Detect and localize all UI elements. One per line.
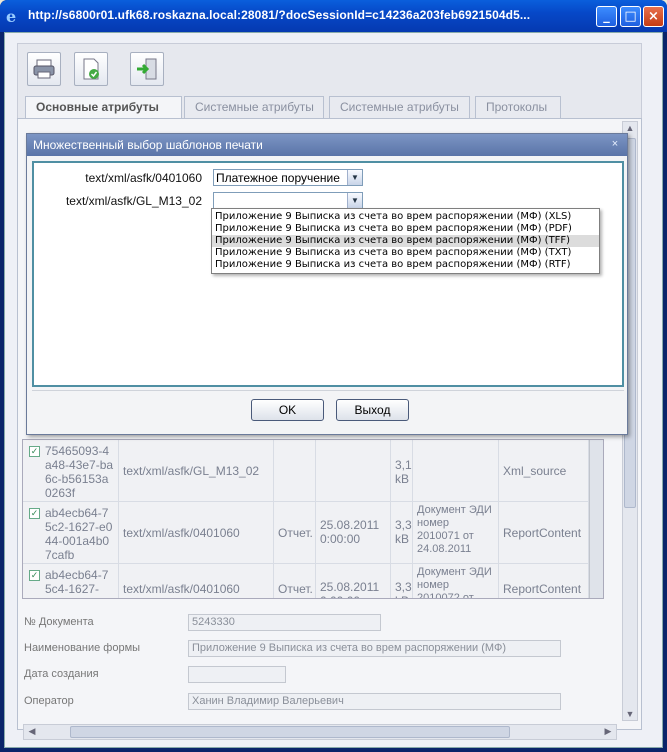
form-name-label: Наименование формы [24,642,141,654]
exit-door-icon[interactable] [130,52,164,86]
internet-explorer-icon: e [6,7,17,26]
row-checkbox[interactable]: ✓ [29,508,40,519]
dropdown-option[interactable]: Приложение 9 Выписка из счета во врем ра… [212,211,599,223]
tab-protocols[interactable]: Протоколы [475,96,561,118]
dropdown-option-selected[interactable]: Приложение 9 Выписка из счета во врем ра… [212,235,599,247]
row-size: 3,3 kB [391,502,413,563]
row-kind: Отчет. [274,564,316,598]
doc-number-label: № Документа [24,616,94,628]
page-horizontal-scrollbar[interactable]: ◀ ▶ [23,724,617,740]
row-kind: Отчет. [274,502,316,563]
created-date-field[interactable] [188,666,286,683]
browser-window: e http://s6800r01.ufk68.roskazna.local:2… [0,0,667,752]
row-checkbox[interactable]: ✓ [29,446,40,457]
form-name-field[interactable]: Приложение 9 Выписка из счета во врем ра… [188,640,561,657]
created-date-label: Дата создания [24,668,99,680]
grid-scrollbar[interactable] [589,440,603,598]
scroll-up-icon[interactable]: ▲ [623,123,637,133]
ok-button[interactable]: OK [251,399,324,421]
row-checkbox[interactable]: ✓ [29,570,40,581]
row-id: ab4ecb64-75c4-1627- [45,568,109,596]
table-row[interactable]: ✓ ab4ecb64-75c2-1627-e044-001a4b07cafb t… [23,502,603,564]
attachments-grid: ✓ 75465093-4a48-43e7-ba6c-b56153a0263f t… [22,439,604,599]
row-id: 75465093-4a48-43e7-ba6c-b56153a0263f [45,444,114,500]
row-content: ReportContent [499,502,589,563]
row-content: Xml_source [499,440,589,501]
row-type: text/xml/asfk/GL_M13_02 [119,440,274,501]
table-row[interactable]: ✓ 75465093-4a48-43e7-ba6c-b56153a0263f t… [23,440,603,502]
row-size: 3,3 kB [391,564,413,598]
row-desc: Документ ЭДИ номер 2010071 от 24.08.2011 [413,502,499,563]
row-id: ab4ecb64-75c2-1627-e044-001a4b07cafb [45,506,113,562]
printer-icon[interactable] [27,52,61,86]
tab-main-attributes[interactable]: Основные атрибуты [25,96,182,119]
row-size: 3,1 kB [391,440,413,501]
exit-button[interactable]: Выход [336,399,409,421]
dropdown-option[interactable]: Приложение 9 Выписка из счета во врем ра… [212,223,599,235]
template-dropdown-list: Приложение 9 Выписка из счета во врем ра… [211,208,600,274]
scroll-right-icon[interactable]: ▶ [601,726,615,737]
scrollbar-thumb[interactable] [70,726,510,738]
dialog-title: Множественный выбор шаблонов печати [27,134,627,156]
row-date: 25.08.2011 0:00:00 [316,502,391,563]
dropdown-option[interactable]: Приложение 9 Выписка из счета во врем ра… [212,259,599,271]
tab-system-attributes-2[interactable]: Системные атрибуты [329,96,470,118]
dialog-button-bar: OK Выход [32,390,624,430]
row-content: ReportContent [499,564,589,598]
minimize-button[interactable]: _ [596,6,617,27]
doc-number-field[interactable]: 5243330 [188,614,381,631]
row-type: text/xml/asfk/0401060 [119,564,274,598]
template-select-0401060[interactable]: Платежное поручение ▼ [213,169,363,186]
print-template-dialog: Множественный выбор шаблонов печати × te… [26,133,628,435]
dialog-panel: text/xml/asfk/0401060 Платежное поручени… [32,161,624,387]
title-bar: e http://s6800r01.ufk68.roskazna.local:2… [0,0,667,32]
row-label-gl-m13-02: text/xml/asfk/GL_M13_02 [65,194,202,208]
template-select-gl-m13-02[interactable]: ▼ [213,192,363,209]
scroll-down-icon[interactable]: ▼ [623,709,637,719]
row-label-0401060: text/xml/asfk/0401060 [85,171,202,185]
maximize-button[interactable]: □ [620,6,641,27]
operator-field[interactable]: Ханин Владимир Валерьевич [188,693,561,710]
dialog-close-icon[interactable]: × [608,138,622,151]
row-type: text/xml/asfk/0401060 [119,502,274,563]
close-button[interactable]: × [643,6,664,27]
operator-label: Оператор [24,695,74,707]
chevron-down-icon[interactable]: ▼ [347,193,362,208]
window-title: http://s6800r01.ufk68.roskazna.local:280… [28,8,531,22]
document-check-icon[interactable] [74,52,108,86]
row-desc: Документ ЭДИ номер 2010072 от [413,564,499,598]
row-date: 25.08.2011 0:00:00 [316,564,391,598]
chevron-down-icon[interactable]: ▼ [347,170,362,185]
tab-system-attributes-1[interactable]: Системные атрибуты [184,96,324,118]
scroll-left-icon[interactable]: ◀ [25,726,39,737]
dropdown-option[interactable]: Приложение 9 Выписка из счета во врем ра… [212,247,599,259]
table-row[interactable]: ✓ ab4ecb64-75c4-1627- text/xml/asfk/0401… [23,564,603,598]
